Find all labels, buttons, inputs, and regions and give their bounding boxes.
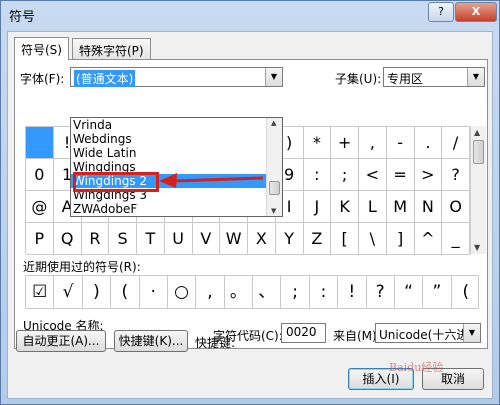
recent-symbols-row: ☑ √)(· ○,。、;:!? “”( <box>25 275 479 309</box>
chevron-down-icon[interactable]: ▼ <box>463 324 480 342</box>
recent-symbol-cell[interactable]: ( <box>452 276 480 308</box>
symbol-cell[interactable]: 0 <box>26 159 54 191</box>
symbol-cell[interactable]: X <box>248 223 276 255</box>
shortcut-key-label: 快捷键: <box>195 336 236 350</box>
font-option-zwadobef[interactable]: ZWAdobeF <box>71 202 266 216</box>
annotation-arrow-icon <box>159 173 264 188</box>
recent-symbol-cell[interactable]: ☑ <box>26 276 55 308</box>
shortcut-key-button[interactable]: 快捷键(K)... <box>114 330 188 352</box>
recent-symbols-label: 近期使用过的符号(R): <box>23 260 141 274</box>
symbol-cell[interactable]: U <box>164 223 193 255</box>
symbol-cell[interactable]: < <box>359 159 387 191</box>
tab-special-characters[interactable]: 特殊字符(P) <box>72 38 151 60</box>
symbol-cell[interactable]: _ <box>442 223 470 255</box>
symbol-cell[interactable]: Y <box>275 223 304 255</box>
symbol-cell[interactable]: M <box>386 191 415 223</box>
title-bar: 符号 ? X <box>1 1 499 29</box>
recent-symbol-cell[interactable]: , <box>196 276 225 308</box>
scroll-down-icon[interactable]: ▼ <box>474 243 480 252</box>
symbol-cell[interactable]: K <box>331 191 359 223</box>
from-combobox[interactable]: Unicode(十六进 ▼ <box>375 323 481 343</box>
recent-symbol-cell[interactable]: : <box>310 276 339 308</box>
help-button[interactable]: ? <box>428 2 454 22</box>
recent-symbol-cell[interactable]: ? <box>367 276 395 308</box>
subset-value: 专用区 <box>387 72 424 86</box>
font-option-webdings[interactable]: Webdings <box>71 132 266 146</box>
symbol-cell[interactable]: T <box>137 223 165 255</box>
from-label: 来自(M): <box>333 329 381 343</box>
from-value: Unicode(十六进 <box>379 328 469 342</box>
close-button[interactable]: X <box>455 2 497 22</box>
symbol-cell[interactable] <box>26 127 54 159</box>
symbol-cell[interactable]: \ <box>359 223 387 255</box>
recent-symbol-cell[interactable]: “ <box>395 276 424 308</box>
tab-symbols[interactable]: 符号(S) <box>14 37 69 60</box>
symbol-cell[interactable]: N <box>414 191 443 223</box>
symbol-cell[interactable]: + <box>331 127 359 159</box>
recent-symbol-cell[interactable]: ( <box>111 276 140 308</box>
symbol-cell[interactable]: , <box>359 127 387 159</box>
symbols-panel: 字体(F): (普通文本) ▼ 子集(U): 专用区 ▼ !"#$%&'()*+… <box>14 59 488 353</box>
recent-symbol-cell[interactable]: ! <box>338 276 367 308</box>
chevron-down-icon[interactable]: ▼ <box>265 68 282 86</box>
symbol-cell[interactable]: ] <box>386 223 415 255</box>
char-code-input[interactable]: 0020 <box>281 323 326 343</box>
symbol-cell[interactable]: O <box>442 191 470 223</box>
recent-symbol-cell[interactable]: 。 <box>225 276 253 308</box>
recent-symbol-cell[interactable]: ; <box>281 276 310 308</box>
recent-symbol-cell[interactable]: 、 <box>253 276 282 308</box>
symbol-cell[interactable]: : <box>303 159 332 191</box>
symbol-cell[interactable]: * <box>303 127 332 159</box>
dialog-body: 符号(S) 特殊字符(P) 字体(F): (普通文本) ▼ 子集(U): 专用区… <box>7 31 493 399</box>
symbol-cell[interactable]: J <box>303 191 332 223</box>
symbol-cell[interactable]: ? <box>442 159 470 191</box>
recent-symbol-cell[interactable]: ○ <box>168 276 197 308</box>
annotation-highlight-box <box>73 172 159 192</box>
symbol-cell[interactable]: S <box>109 223 137 255</box>
recent-symbol-cell[interactable]: ” <box>423 276 452 308</box>
watermark-logo: Baidu经验 <box>389 361 444 374</box>
subset-combobox[interactable]: 专用区 ▼ <box>383 67 485 87</box>
font-option-vrinda[interactable]: Vrinda <box>71 118 266 132</box>
scrollbar-thumb[interactable] <box>269 181 280 195</box>
symbol-grid-scrollbar[interactable]: ▲ ▼ <box>470 126 486 254</box>
chevron-down-icon[interactable]: ▼ <box>467 68 484 86</box>
symbol-cell[interactable]: . <box>414 127 443 159</box>
symbol-cell[interactable]: [ <box>331 223 359 255</box>
scroll-up-icon[interactable]: ▲ <box>474 128 480 137</box>
font-option-wide-latin[interactable]: Wide Latin <box>71 146 266 160</box>
symbol-cell[interactable]: R <box>81 223 110 255</box>
font-value: (普通文本) <box>74 70 136 87</box>
symbol-cell[interactable]: > <box>414 159 443 191</box>
symbol-cell[interactable]: P <box>26 223 54 255</box>
recent-symbol-cell[interactable]: ) <box>83 276 112 308</box>
dialog-title: 符号 <box>9 10 36 25</box>
symbol-cell[interactable]: ; <box>331 159 359 191</box>
scroll-down-icon[interactable]: ▼ <box>271 207 276 215</box>
symbol-cell[interactable]: = <box>386 159 415 191</box>
symbol-cell[interactable]: V <box>192 223 221 255</box>
font-label: 字体(F): <box>20 72 65 86</box>
autocorrect-button[interactable]: 自动更正(A)... <box>16 330 106 352</box>
scroll-up-icon[interactable]: ▲ <box>271 119 276 127</box>
symbol-cell[interactable]: @ <box>26 191 54 223</box>
symbol-cell[interactable]: / <box>442 127 470 159</box>
subset-label: 子集(U): <box>335 72 382 86</box>
recent-symbol-cell[interactable]: · <box>140 276 168 308</box>
symbol-cell[interactable]: L <box>359 191 387 223</box>
symbol-cell[interactable]: Z <box>303 223 332 255</box>
symbol-cell[interactable]: - <box>386 127 415 159</box>
font-combobox[interactable]: (普通文本) ▼ <box>70 67 283 87</box>
scrollbar-thumb[interactable] <box>473 140 484 164</box>
symbol-cell[interactable]: ^ <box>414 223 443 255</box>
symbol-dialog: 符号 ? X 符号(S) 特殊字符(P) 字体(F): (普通文本) ▼ 子集(… <box>0 0 500 405</box>
symbol-cell[interactable]: W <box>220 223 248 255</box>
recent-symbol-cell[interactable]: √ <box>54 276 83 308</box>
symbol-cell[interactable]: Q <box>53 223 82 255</box>
font-dropdown-scrollbar[interactable]: ▲ ▼ <box>266 118 282 216</box>
